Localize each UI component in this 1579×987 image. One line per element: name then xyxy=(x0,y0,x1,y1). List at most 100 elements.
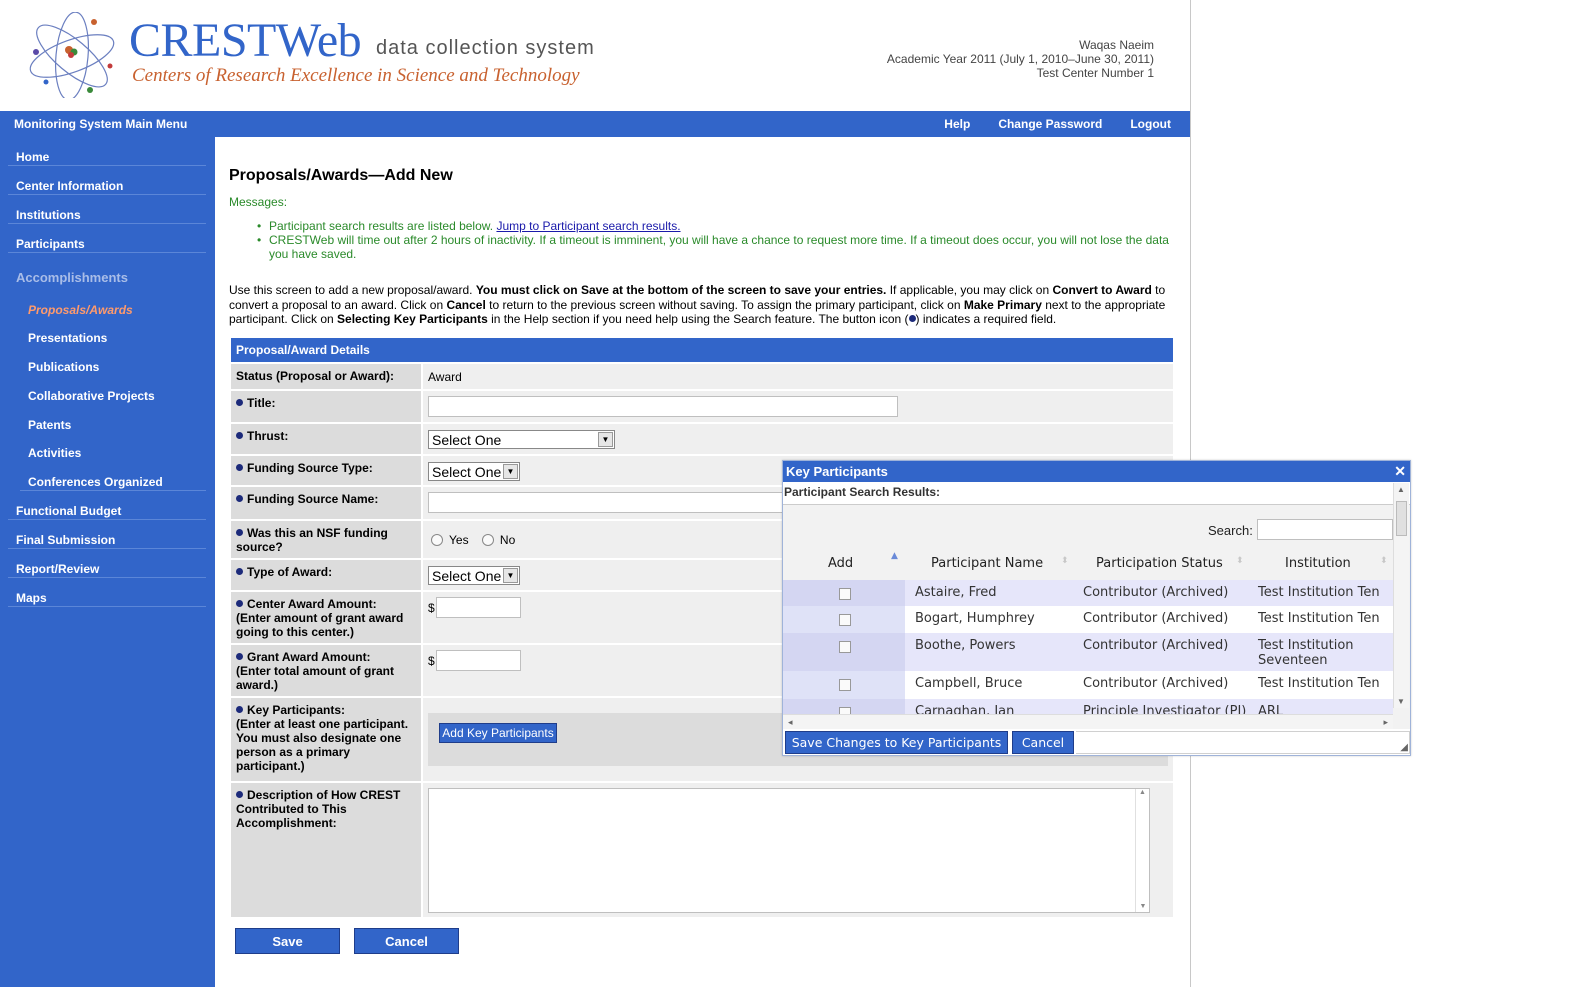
nsf-yes-label: Yes xyxy=(449,533,469,547)
nsf-yes-radio[interactable] xyxy=(431,534,443,546)
add-checkbox[interactable] xyxy=(839,614,851,626)
required-dot-icon xyxy=(236,706,243,713)
table-row: Campbell, Bruce Contributor (Archived) T… xyxy=(783,671,1393,699)
sidebar-item-conferences-organized[interactable]: Conferences Organized xyxy=(20,462,206,491)
description-label: Description of How CREST Contributed to … xyxy=(231,783,421,917)
sidebar-item-activities[interactable]: Activities xyxy=(20,433,206,462)
page-title: Proposals/Awards—Add New xyxy=(229,167,453,184)
sidebar-item-report-review[interactable]: Report/Review xyxy=(8,549,206,578)
title-input[interactable] xyxy=(428,396,898,417)
funding-source-type-label-text: Funding Source Type: xyxy=(247,461,373,475)
participation-status: Contributor (Archived) xyxy=(1083,638,1229,653)
status-value: Award xyxy=(428,370,462,384)
funding-source-type-select[interactable]: Select One ▼ xyxy=(428,462,520,481)
scroll-down-icon[interactable]: ▼ xyxy=(1397,697,1405,706)
main-menu-link[interactable]: Monitoring System Main Menu xyxy=(14,117,187,131)
cancel-button[interactable]: Cancel xyxy=(354,928,459,954)
type-of-award-label: Type of Award: xyxy=(231,560,421,590)
add-cell xyxy=(783,671,905,699)
nsf-label: Was this an NSF funding source? xyxy=(231,521,421,558)
sidebar-item-publications[interactable]: Publications xyxy=(20,347,206,376)
description-scrollbar[interactable]: ▲ ▼ xyxy=(1135,789,1149,912)
close-icon[interactable]: ✕ xyxy=(1394,463,1406,480)
save-button[interactable]: Save xyxy=(235,928,340,954)
dialog-title-bar[interactable]: Key Participants ✕ xyxy=(783,461,1410,482)
chevron-down-icon[interactable]: ▼ xyxy=(598,432,613,447)
institution: Test Institution Seventeen xyxy=(1258,638,1354,668)
save-changes-button[interactable]: Save Changes to Key Participants xyxy=(785,731,1008,754)
type-of-award-value: Select One xyxy=(432,568,502,584)
column-header-add[interactable]: Add xyxy=(828,556,853,571)
title-label-text: Title: xyxy=(247,396,276,410)
sort-icon[interactable]: ⬍ xyxy=(1380,556,1388,566)
description-textarea[interactable] xyxy=(428,788,1150,913)
vertical-scrollbar[interactable]: ▲ ▼ xyxy=(1393,483,1409,708)
sort-asc-icon[interactable]: ▲ xyxy=(891,551,898,561)
chevron-down-icon[interactable]: ▼ xyxy=(503,464,518,479)
instr-text: to return to the previous screen without… xyxy=(485,297,964,312)
type-of-award-select[interactable]: Select One ▼ xyxy=(428,566,520,585)
sort-icon[interactable]: ⬍ xyxy=(1236,556,1244,566)
add-checkbox[interactable] xyxy=(839,641,851,653)
sidebar-item-functional-budget[interactable]: Functional Budget xyxy=(8,491,206,520)
column-header-participation-status[interactable]: Participation Status xyxy=(1096,556,1223,571)
table-row: Boothe, Powers Contributor (Archived) Te… xyxy=(783,633,1393,671)
add-checkbox[interactable] xyxy=(839,588,851,600)
required-dot-icon xyxy=(236,529,243,536)
thrust-label-text: Thrust: xyxy=(247,429,289,443)
instructions: Use this screen to add a new proposal/aw… xyxy=(229,283,1174,327)
column-header-participant-name[interactable]: Participant Name xyxy=(931,556,1043,571)
user-name: Waqas Naeim xyxy=(1079,38,1154,52)
center-award-amount-label: Center Award Amount: (Enter amount of gra… xyxy=(231,592,421,643)
scrollbar-thumb[interactable] xyxy=(1396,501,1407,536)
sidebar-item-collaborative-projects[interactable]: Collaborative Projects xyxy=(20,376,206,405)
nsf-no-radio[interactable] xyxy=(481,534,494,546)
sidebar-item-maps[interactable]: Maps xyxy=(8,578,206,607)
messages-label: Messages: xyxy=(229,195,288,209)
sort-icon[interactable]: ⬍ xyxy=(1061,556,1069,566)
sidebar-item-participants[interactable]: Participants xyxy=(8,224,206,253)
thrust-select[interactable]: Select One ▼ xyxy=(428,430,615,449)
required-dot-icon xyxy=(908,315,916,322)
add-checkbox[interactable] xyxy=(839,679,851,691)
required-dot-icon xyxy=(236,464,243,471)
thrust-cell: Select One ▼ xyxy=(423,424,1173,454)
participant-name: Astaire, Fred xyxy=(915,585,997,600)
help-link[interactable]: Help xyxy=(944,117,970,131)
sidebar-item-presentations[interactable]: Presentations xyxy=(20,318,206,347)
change-password-link[interactable]: Change Password xyxy=(998,117,1102,131)
grant-award-amount-input[interactable] xyxy=(436,650,521,671)
sidebar-item-accomplishments: Accomplishments xyxy=(16,270,128,285)
jump-to-results-link[interactable]: Jump to Participant search results. xyxy=(496,219,680,233)
scroll-right-icon[interactable]: ▸ xyxy=(1383,717,1388,728)
sidebar-item-home[interactable]: Home xyxy=(8,137,206,166)
add-cell xyxy=(783,633,905,671)
user-info: Waqas Naeim Academic Year 2011 (July 1, … xyxy=(887,38,1154,80)
column-header-institution[interactable]: Institution xyxy=(1285,556,1351,571)
instr-bold: Selecting Key Participants xyxy=(337,312,488,326)
instr-bold: Make Primary xyxy=(963,297,1042,312)
chevron-down-icon[interactable]: ▼ xyxy=(503,568,518,583)
dialog-cancel-button[interactable]: Cancel xyxy=(1012,731,1074,754)
sidebar-item-final-submission[interactable]: Final Submission xyxy=(8,520,206,549)
instr-text: Use this screen to add a new proposal/aw… xyxy=(229,283,476,297)
horizontal-scrollbar[interactable]: ◂ ▸ xyxy=(783,714,1393,729)
table-row: Astaire, Fred Contributor (Archived) Tes… xyxy=(783,580,1393,606)
logout-link[interactable]: Logout xyxy=(1130,117,1171,131)
required-dot-icon xyxy=(236,495,243,502)
search-results-area: Search: Add ▲ Participant Name ⬍ Partici… xyxy=(783,504,1410,729)
resize-handle-icon[interactable]: ◢ xyxy=(1400,742,1408,753)
nsf-label-text: Was this an NSF funding source? xyxy=(236,526,388,554)
add-key-participants-button[interactable]: Add Key Participants xyxy=(439,723,557,743)
sidebar-item-patents[interactable]: Patents xyxy=(20,405,206,434)
type-of-award-label-text: Type of Award: xyxy=(247,565,333,579)
instr-bold: You must click on xyxy=(475,283,581,297)
row-description: Description of How CREST Contributed to … xyxy=(231,781,1173,917)
scroll-left-icon[interactable]: ◂ xyxy=(788,717,793,728)
center-award-amount-input[interactable] xyxy=(436,597,521,618)
sidebar-item-proposals-awards[interactable]: Proposals/Awards xyxy=(20,290,206,319)
search-input[interactable] xyxy=(1257,519,1393,540)
sidebar-item-center-information[interactable]: Center Information xyxy=(8,166,206,195)
sidebar-item-institutions[interactable]: Institutions xyxy=(8,195,206,224)
scroll-up-icon[interactable]: ▲ xyxy=(1397,485,1405,494)
